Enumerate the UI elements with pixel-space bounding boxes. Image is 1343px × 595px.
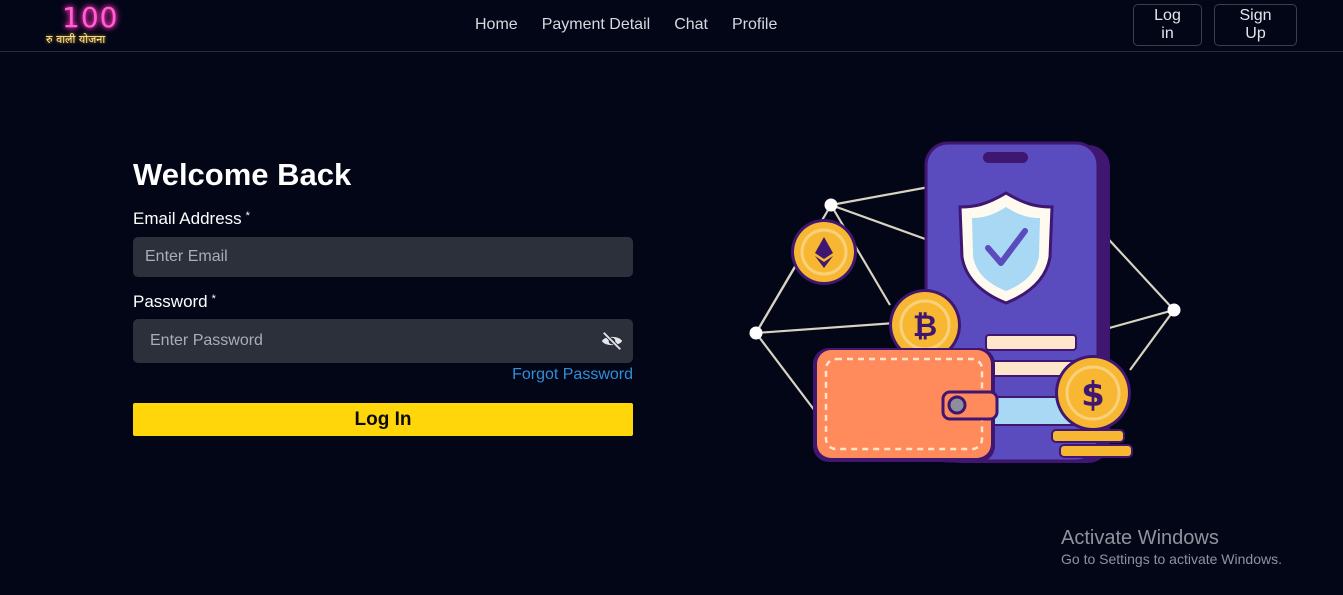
logo-number: 100 bbox=[62, 1, 119, 34]
login-submit-button[interactable]: Log In bbox=[133, 403, 633, 436]
watermark-title: Activate Windows bbox=[1061, 527, 1219, 549]
nav-home[interactable]: Home bbox=[475, 15, 518, 35]
navbar: 100 रु वाली योजना Home Payment Detail Ch… bbox=[0, 0, 1343, 52]
logo-subtitle: रु वाली योजना bbox=[46, 33, 106, 46]
page-title: Welcome Back bbox=[133, 157, 352, 192]
eye-slash-icon[interactable] bbox=[601, 330, 623, 352]
nav-profile[interactable]: Profile bbox=[732, 15, 777, 35]
activate-windows-watermark: Activate Windows Go to Settings to activ… bbox=[1061, 527, 1282, 568]
logo[interactable]: 100 रु वाली योजना bbox=[46, 2, 122, 48]
required-mark: * bbox=[245, 210, 250, 222]
nav-links: Home Payment Detail Chat Profile bbox=[475, 15, 801, 35]
dollar-coin-icon: $ bbox=[1051, 355, 1133, 458]
email-input[interactable] bbox=[133, 237, 633, 277]
security-illustration: ₿ $ bbox=[740, 135, 1190, 470]
wallet-icon bbox=[813, 348, 999, 462]
required-mark: * bbox=[211, 293, 216, 305]
email-label-text: Email Address bbox=[133, 209, 242, 228]
email-label: Email Address * bbox=[133, 209, 250, 229]
password-label-text: Password bbox=[133, 292, 208, 311]
nav-chat[interactable]: Chat bbox=[674, 15, 708, 35]
watermark-subtitle: Go to Settings to activate Windows. bbox=[1061, 551, 1282, 567]
signup-nav-button[interactable]: Sign Up bbox=[1214, 4, 1297, 46]
svg-text:₿: ₿ bbox=[913, 309, 937, 344]
nav-payment-detail[interactable]: Payment Detail bbox=[542, 15, 651, 35]
password-label: Password * bbox=[133, 292, 216, 312]
ethereum-coin-icon bbox=[791, 219, 857, 285]
svg-text:$: $ bbox=[1081, 375, 1105, 415]
login-nav-button[interactable]: Log in bbox=[1133, 4, 1202, 46]
forgot-password-link[interactable]: Forgot Password bbox=[512, 366, 633, 384]
password-input[interactable] bbox=[133, 319, 633, 363]
